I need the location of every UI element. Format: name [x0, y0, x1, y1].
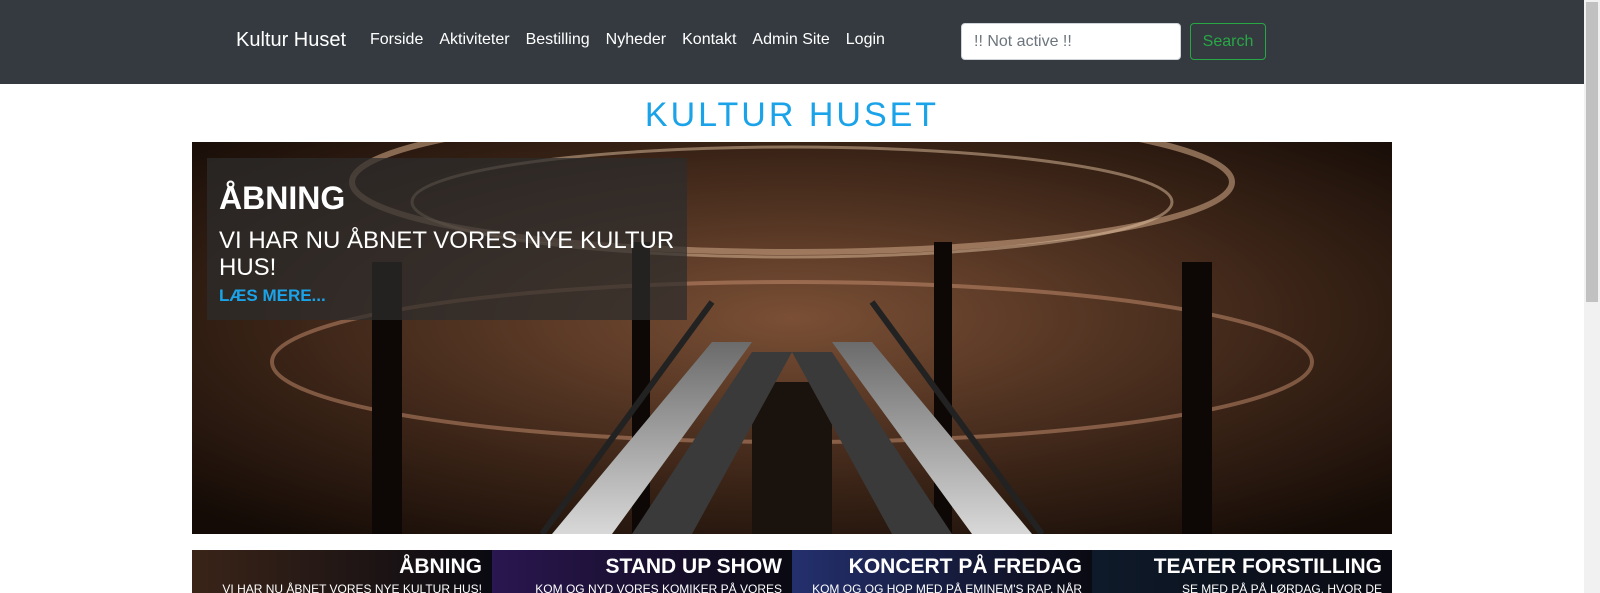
navbar: Kultur Huset Forside Aktiviteter Bestill… — [0, 0, 1584, 84]
read-more-link[interactable]: LÆS MERE... — [219, 286, 326, 306]
nav-link-kontakt[interactable]: Kontakt — [682, 31, 736, 49]
event-card-text: SE MED PÅ PÅ LØRDAG, HVOR DE — [1181, 582, 1382, 593]
nav-link-login[interactable]: Login — [846, 31, 885, 49]
event-card-koncert[interactable]: KONCERT PÅ FREDAG KOM OG OG HOP MED PÅ E… — [792, 550, 1092, 593]
event-card-title: ÅBNING — [399, 555, 482, 578]
event-card-stand-up[interactable]: STAND UP SHOW KOM OG NYD VORES KOMIKER P… — [492, 550, 792, 593]
nav-link-bestilling[interactable]: Bestilling — [526, 31, 590, 49]
nav-links: Forside Aktiviteter Bestilling Nyheder K… — [370, 31, 901, 49]
brand-link[interactable]: Kultur Huset — [236, 29, 346, 52]
page: Kultur Huset Forside Aktiviteter Bestill… — [0, 0, 1600, 593]
event-card-title: STAND UP SHOW — [605, 555, 782, 578]
event-card-text: KOM OG NYD VORES KOMIKER PÅ VORES — [535, 582, 782, 593]
hero-subtitle: VI HAR NU ÅBNET VORES NYE KULTUR HUS! — [219, 227, 675, 281]
event-cards: ÅBNING VI HAR NU ÅBNET VORES NYE KULTUR … — [192, 550, 1392, 593]
event-card-title: KONCERT PÅ FREDAG — [848, 555, 1082, 578]
event-card-abning[interactable]: ÅBNING VI HAR NU ÅBNET VORES NYE KULTUR … — [192, 550, 492, 593]
event-card-teater[interactable]: TEATER FORSTILLING SE MED PÅ PÅ LØRDAG, … — [1092, 550, 1392, 593]
search-input[interactable] — [961, 23, 1181, 60]
event-card-text: KOM OG OG HOP MED PÅ EMINEM'S RAP, NÅR — [812, 582, 1082, 593]
event-card-title: TEATER FORSTILLING — [1153, 555, 1382, 578]
nav-link-admin-site[interactable]: Admin Site — [752, 31, 829, 49]
nav-link-nyheder[interactable]: Nyheder — [606, 31, 666, 49]
scrollbar-thumb[interactable] — [1586, 2, 1598, 302]
nav-link-aktiviteter[interactable]: Aktiviteter — [439, 31, 509, 49]
nav-link-forside[interactable]: Forside — [370, 31, 423, 49]
search-button[interactable]: Search — [1190, 23, 1266, 60]
event-card-text: VI HAR NU ÅBNET VORES NYE KULTUR HUS! — [222, 582, 482, 593]
page-title: KULTUR HUSET — [644, 96, 940, 134]
hero-title: ÅBNING — [219, 180, 346, 216]
